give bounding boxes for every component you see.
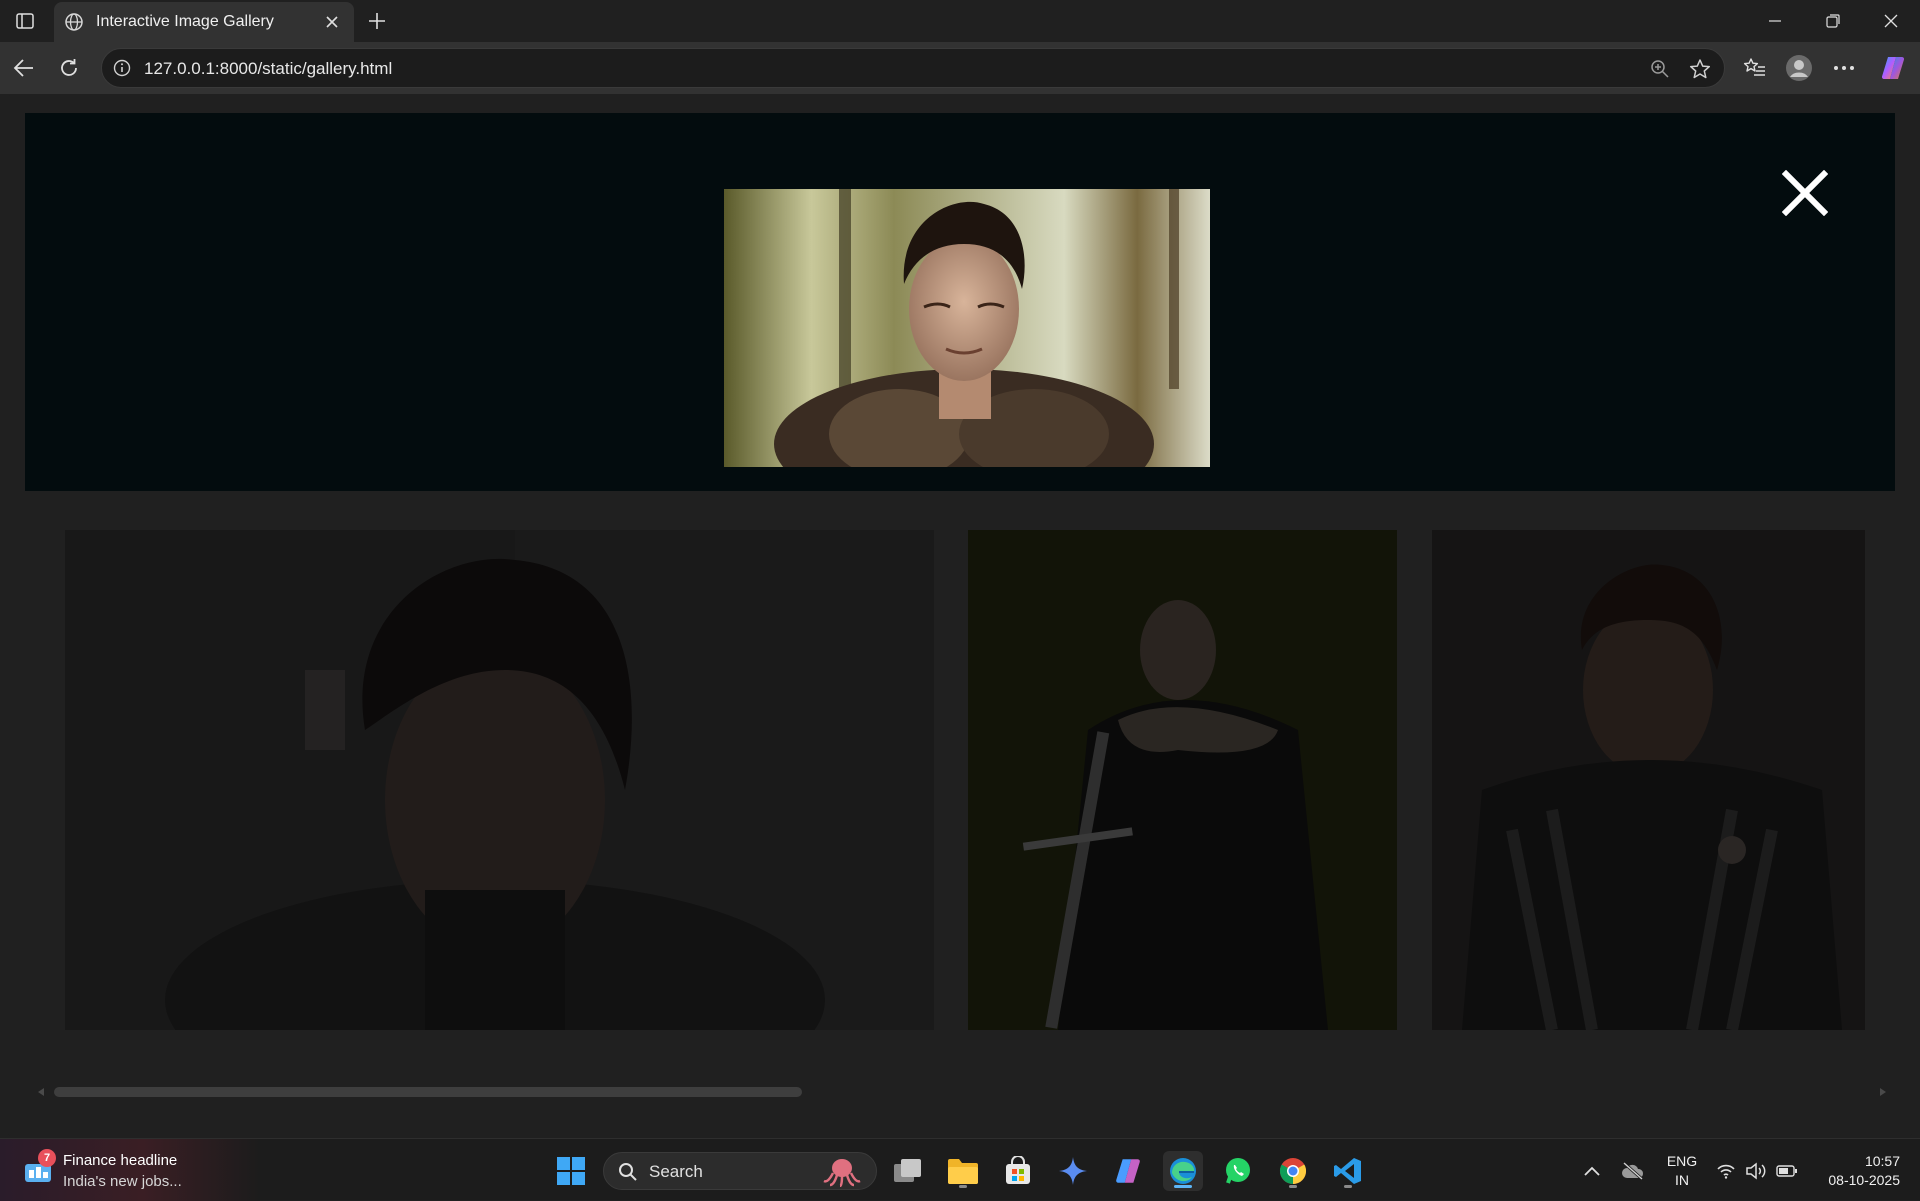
arrow-left-icon xyxy=(13,59,33,77)
minimize-button[interactable] xyxy=(1749,0,1801,42)
close-icon xyxy=(1884,14,1898,28)
star-icon xyxy=(1689,59,1711,79)
favorite-button[interactable] xyxy=(1688,57,1712,81)
chevron-up-icon xyxy=(1584,1166,1600,1176)
language-code: ENG xyxy=(1666,1153,1698,1169)
vscode-icon xyxy=(1334,1158,1361,1184)
tab-title: Interactive Image Gallery xyxy=(96,13,274,30)
more-menu-button[interactable] xyxy=(1828,52,1860,84)
lightbox-close-button[interactable] xyxy=(1775,163,1835,223)
horizontal-scrollbar[interactable] xyxy=(32,1085,1892,1099)
whatsapp-icon xyxy=(1226,1158,1250,1184)
refresh-icon xyxy=(61,59,77,76)
store-button[interactable] xyxy=(998,1151,1038,1191)
restore-icon xyxy=(1826,14,1840,28)
info-icon xyxy=(113,59,131,77)
language-region: IN xyxy=(1675,1172,1689,1188)
close-icon xyxy=(1782,170,1828,216)
minimize-icon xyxy=(1769,20,1781,22)
globe-icon xyxy=(65,13,83,31)
news-headline: Finance headline xyxy=(63,1152,178,1169)
restore-button[interactable] xyxy=(1807,0,1859,42)
ellipsis-icon xyxy=(1834,66,1854,70)
onedrive-button[interactable] xyxy=(1621,1159,1645,1183)
url-text[interactable]: 127.0.0.1:8000/static/gallery.html xyxy=(144,59,392,79)
running-indicator xyxy=(1289,1185,1297,1188)
news-subtitle: India's new jobs... xyxy=(63,1173,182,1190)
window-close-button[interactable] xyxy=(1865,0,1917,42)
browser-titlebar: Interactive Image Gallery xyxy=(0,0,1920,42)
input-language[interactable]: ENG IN xyxy=(1662,1152,1702,1190)
clock-time: 10:57 xyxy=(1864,1153,1900,1169)
wifi-icon xyxy=(1717,1164,1735,1179)
task-view-icon xyxy=(894,1159,921,1182)
wifi-status[interactable] xyxy=(1714,1159,1738,1183)
battery-status[interactable] xyxy=(1775,1159,1799,1183)
vscode-button[interactable] xyxy=(1328,1151,1368,1191)
start-button[interactable] xyxy=(551,1151,591,1191)
avatar-icon xyxy=(1786,55,1812,81)
notification-badge: 7 xyxy=(38,1149,56,1167)
zoom-button[interactable] xyxy=(1648,57,1672,81)
copilot-icon xyxy=(1881,56,1905,80)
sidebar-toggle-button[interactable] xyxy=(10,8,40,34)
chrome-button[interactable] xyxy=(1273,1151,1313,1191)
tray-overflow-button[interactable] xyxy=(1580,1159,1604,1183)
file-explorer-button[interactable] xyxy=(943,1151,983,1191)
running-indicator xyxy=(959,1185,967,1188)
favorites-button[interactable] xyxy=(1739,52,1771,84)
address-bar[interactable]: 127.0.0.1:8000/static/gallery.html xyxy=(101,48,1725,88)
cloud-offline-icon xyxy=(1622,1162,1644,1180)
lightbox xyxy=(25,113,1895,491)
news-widget[interactable]: 7 Finance headline India's new jobs... xyxy=(0,1139,260,1201)
new-tab-button[interactable] xyxy=(362,8,392,34)
chrome-icon xyxy=(1279,1158,1307,1185)
edge-icon xyxy=(1170,1158,1196,1184)
copilot-button[interactable] xyxy=(1877,52,1909,84)
clock-date: 08-10-2025 xyxy=(1828,1172,1900,1188)
windows-icon xyxy=(557,1157,585,1185)
volume-icon xyxy=(1746,1162,1766,1180)
lightbox-image xyxy=(724,189,1210,467)
back-button[interactable] xyxy=(8,52,40,84)
task-view-button[interactable] xyxy=(888,1151,928,1191)
site-info-button[interactable] xyxy=(112,58,132,78)
scrollbar-thumb[interactable] xyxy=(54,1087,802,1097)
gemini-button[interactable] xyxy=(1053,1151,1093,1191)
store-icon xyxy=(1006,1156,1030,1184)
zoom-in-icon xyxy=(1651,60,1669,78)
refresh-button[interactable] xyxy=(53,52,85,84)
gallery-thumbnail[interactable] xyxy=(968,530,1397,1030)
taskbar-search[interactable]: Search xyxy=(603,1152,877,1190)
edge-browser-button[interactable] xyxy=(1163,1151,1203,1191)
sparkle-icon xyxy=(1059,1157,1087,1185)
running-indicator xyxy=(1344,1185,1352,1188)
gallery-thumbnail[interactable] xyxy=(65,530,934,1030)
gallery-thumbnail[interactable] xyxy=(1432,530,1865,1030)
system-clock[interactable]: 10:57 08-10-2025 xyxy=(1806,1152,1900,1190)
folder-icon xyxy=(948,1159,978,1184)
octopus-icon xyxy=(823,1159,861,1187)
favorites-list-icon xyxy=(1743,58,1765,76)
search-label: Search xyxy=(649,1162,703,1181)
page-viewport xyxy=(6,94,1914,1137)
copilot-icon xyxy=(1116,1159,1140,1183)
scroll-right-icon[interactable] xyxy=(1878,1087,1888,1097)
active-indicator xyxy=(1174,1185,1192,1188)
browser-toolbar: 127.0.0.1:8000/static/gallery.html xyxy=(0,42,1920,94)
volume-status[interactable] xyxy=(1744,1159,1768,1183)
browser-tab-active[interactable]: Interactive Image Gallery xyxy=(54,2,354,42)
sidebar-icon xyxy=(16,13,34,29)
close-icon xyxy=(326,16,338,28)
windows-taskbar: 7 Finance headline India's new jobs... S… xyxy=(0,1138,1920,1201)
copilot-app-button[interactable] xyxy=(1108,1151,1148,1191)
battery-icon xyxy=(1776,1165,1797,1177)
scroll-left-icon[interactable] xyxy=(36,1087,46,1097)
tab-close-button[interactable] xyxy=(320,10,344,34)
plus-icon xyxy=(369,13,385,29)
whatsapp-button[interactable] xyxy=(1218,1151,1258,1191)
profile-button[interactable] xyxy=(1783,52,1815,84)
search-icon xyxy=(619,1163,637,1181)
